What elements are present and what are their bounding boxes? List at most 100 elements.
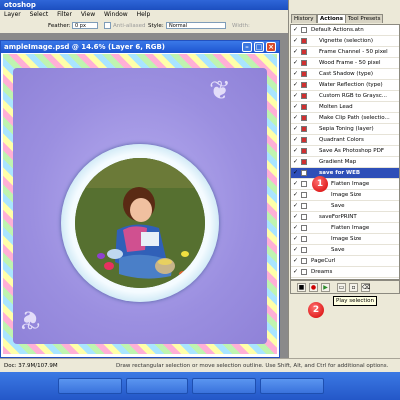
dialog-toggle-icon[interactable]	[301, 82, 307, 88]
dialog-toggle-icon[interactable]	[301, 104, 307, 110]
image-canvas[interactable]: ❦ ❦	[3, 54, 277, 354]
menu-view[interactable]: View	[81, 10, 95, 19]
dialog-toggle-icon[interactable]	[301, 181, 307, 187]
action-row[interactable]: ✓ Image Size	[291, 234, 399, 245]
action-row[interactable]: ✓ Dreams	[291, 267, 399, 278]
check-icon[interactable]: ✓	[292, 147, 299, 154]
dialog-toggle-icon[interactable]	[301, 269, 307, 275]
action-row[interactable]: ✓ Sepia Toning (layer)	[291, 124, 399, 135]
action-row[interactable]: ✓ Default Actions.atn	[291, 25, 399, 36]
dialog-toggle-icon[interactable]	[301, 115, 307, 121]
action-row[interactable]: ✓ Vignette (selection)	[291, 36, 399, 47]
check-icon[interactable]: ✓	[292, 180, 299, 187]
action-row[interactable]: ✓ Frame Channel - 50 pixel	[291, 47, 399, 58]
check-icon[interactable]: ✓	[292, 114, 299, 121]
delete-icon[interactable]: ⌫	[361, 283, 370, 292]
dialog-toggle-icon[interactable]	[301, 148, 307, 154]
check-icon[interactable]: ✓	[292, 59, 299, 66]
dialog-toggle-icon[interactable]	[301, 93, 307, 99]
dialog-toggle-icon[interactable]	[301, 49, 307, 55]
antialiased-checkbox[interactable]	[104, 22, 111, 29]
menu-help[interactable]: Help	[137, 10, 151, 19]
action-label: Wood Frame - 50 pixel	[319, 60, 381, 66]
action-row[interactable]: ✓ Molten Lead	[291, 102, 399, 113]
check-icon[interactable]: ✓	[292, 191, 299, 198]
check-icon[interactable]: ✓	[292, 224, 299, 231]
new-action-icon[interactable]: ▫	[349, 283, 358, 292]
taskbar-item[interactable]	[192, 378, 256, 394]
check-icon[interactable]: ✓	[292, 103, 299, 110]
menu-layer[interactable]: Layer	[4, 10, 21, 19]
check-icon[interactable]: ✓	[292, 169, 299, 176]
tab-tool-presets[interactable]: Tool Presets	[345, 14, 384, 23]
close-button[interactable]: ×	[266, 42, 276, 52]
dialog-toggle-icon[interactable]	[301, 236, 307, 242]
action-row[interactable]: ✓ PageCurl	[291, 256, 399, 267]
dialog-toggle-icon[interactable]	[301, 192, 307, 198]
dialog-toggle-icon[interactable]	[301, 159, 307, 165]
action-row[interactable]: ✓ Gradient Map	[291, 157, 399, 168]
action-row[interactable]: ✓ Cast Shadow (type)	[291, 69, 399, 80]
dialog-toggle-icon[interactable]	[301, 38, 307, 44]
action-row[interactable]: ✓ Quadrant Colors	[291, 135, 399, 146]
action-row[interactable]: ✓ Flatten Image	[291, 179, 399, 190]
new-set-icon[interactable]: ▭	[337, 283, 346, 292]
check-icon[interactable]: ✓	[292, 125, 299, 132]
document-title-bar[interactable]: ampleImage.psd @ 14.6% (Layer 6, RGB) – …	[1, 41, 279, 53]
menu-window[interactable]: Window	[104, 10, 128, 19]
dialog-toggle-icon[interactable]	[301, 126, 307, 132]
taskbar-item[interactable]	[126, 378, 188, 394]
check-icon[interactable]: ✓	[292, 48, 299, 55]
dialog-toggle-icon[interactable]	[301, 27, 307, 33]
check-icon[interactable]: ✓	[292, 158, 299, 165]
action-row[interactable]: ✓ Water Reflection (type)	[291, 80, 399, 91]
check-icon[interactable]: ✓	[292, 92, 299, 99]
minimize-button[interactable]: –	[242, 42, 252, 52]
action-row[interactable]: ✓ Make Clip Path (selectio...	[291, 113, 399, 124]
check-icon[interactable]: ✓	[292, 246, 299, 253]
check-icon[interactable]: ✓	[292, 213, 299, 220]
play-selection-button[interactable]: ▶	[321, 283, 330, 292]
check-icon[interactable]: ✓	[292, 136, 299, 143]
stop-icon[interactable]: ■	[297, 283, 306, 292]
style-select[interactable]: Normal	[166, 22, 226, 29]
action-row[interactable]: ✓ Image Size	[291, 190, 399, 201]
action-row[interactable]: ✓ save for WEB	[291, 168, 399, 179]
taskbar-item[interactable]	[58, 378, 122, 394]
tab-history[interactable]: History	[291, 14, 317, 23]
check-icon[interactable]: ✓	[292, 257, 299, 264]
menu-filter[interactable]: Filter	[57, 10, 72, 19]
action-row[interactable]: ✓ Wood Frame - 50 pixel	[291, 58, 399, 69]
check-icon[interactable]: ✓	[292, 235, 299, 242]
maximize-button[interactable]: □	[254, 42, 264, 52]
feather-input[interactable]: 0 px	[72, 22, 98, 29]
check-icon[interactable]: ✓	[292, 268, 299, 275]
dialog-toggle-icon[interactable]	[301, 137, 307, 143]
menu-select[interactable]: Select	[30, 10, 49, 19]
status-bar: Doc: 37.9M/107.9M Draw rectangular selec…	[0, 358, 400, 373]
taskbar-item[interactable]	[260, 378, 324, 394]
check-icon[interactable]: ✓	[292, 26, 299, 33]
dialog-toggle-icon[interactable]	[301, 214, 307, 220]
check-icon[interactable]: ✓	[292, 70, 299, 77]
check-icon[interactable]: ✓	[292, 81, 299, 88]
action-row[interactable]: ✓ saveForPRINT	[291, 212, 399, 223]
feather-label: Feather:	[48, 23, 71, 29]
action-label: Cast Shadow (type)	[319, 71, 374, 77]
action-row[interactable]: ✓ Flatten Image	[291, 223, 399, 234]
action-row[interactable]: ✓ Save	[291, 245, 399, 256]
dialog-toggle-icon[interactable]	[301, 225, 307, 231]
dialog-toggle-icon[interactable]	[301, 60, 307, 66]
action-row[interactable]: ✓ Save As Photoshop PDF	[291, 146, 399, 157]
check-icon[interactable]: ✓	[292, 37, 299, 44]
dialog-toggle-icon[interactable]	[301, 258, 307, 264]
action-row[interactable]: ✓ Custom RGB to Graysc...	[291, 91, 399, 102]
tab-actions[interactable]: Actions	[317, 14, 346, 23]
dialog-toggle-icon[interactable]	[301, 170, 307, 176]
dialog-toggle-icon[interactable]	[301, 203, 307, 209]
action-row[interactable]: ✓ Save	[291, 201, 399, 212]
check-icon[interactable]: ✓	[292, 202, 299, 209]
dialog-toggle-icon[interactable]	[301, 247, 307, 253]
record-icon[interactable]: ●	[309, 283, 318, 292]
dialog-toggle-icon[interactable]	[301, 71, 307, 77]
